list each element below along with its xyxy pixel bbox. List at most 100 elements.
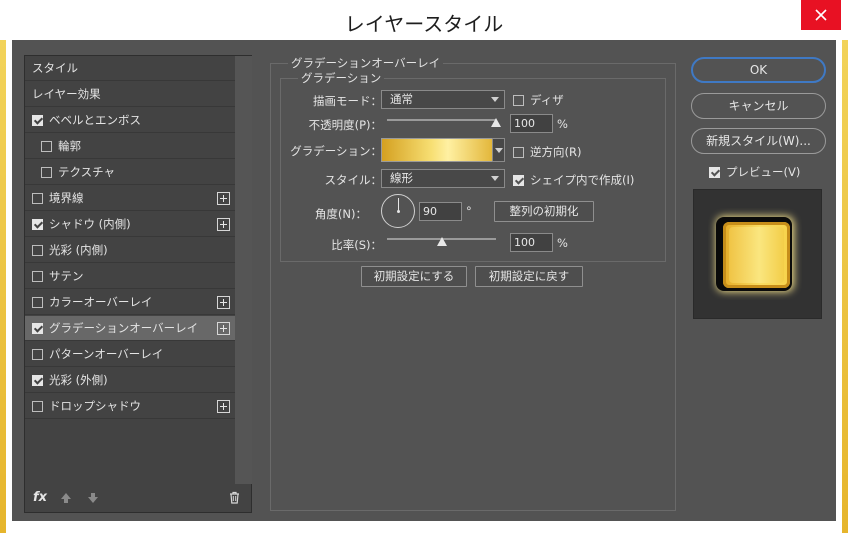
blend-mode-select[interactable]: 通常 xyxy=(381,90,505,109)
blend-mode-value: 通常 xyxy=(390,92,413,106)
align-with-layer-checkbox[interactable]: シェイプ内で作成(I) xyxy=(513,172,634,188)
styles-list-panel: スタイルレイヤー効果ベベルとエンボス輪郭テクスチャ 境界線シャドウ (内側) 光彩 … xyxy=(24,55,252,513)
style-checkbox[interactable] xyxy=(41,166,52,178)
preview-label: プレビュー(V) xyxy=(726,165,801,179)
opacity-unit: % xyxy=(557,117,568,131)
style-checkbox[interactable] xyxy=(32,296,43,308)
style-item-label: サテン xyxy=(49,269,84,283)
close-button[interactable] xyxy=(801,0,841,30)
trash-icon[interactable] xyxy=(229,491,240,504)
preview-checkbox[interactable]: プレビュー(V) xyxy=(709,164,800,180)
style-list-item[interactable]: ベベルとエンボス xyxy=(25,108,235,133)
scale-slider-thumb[interactable] xyxy=(436,237,447,246)
style-item-label: カラーオーバーレイ xyxy=(49,295,153,309)
opacity-slider[interactable] xyxy=(387,118,501,127)
reverse-label: 逆方向(R) xyxy=(530,145,582,159)
style-list-item[interactable]: レイヤー効果 xyxy=(25,82,235,107)
styles-toolbar: fx xyxy=(25,484,251,512)
move-up-icon[interactable] xyxy=(60,492,72,504)
close-icon xyxy=(815,9,827,21)
style-item-label: パターンオーバーレイ xyxy=(49,347,164,361)
style-list-item[interactable]: スタイル xyxy=(25,56,235,81)
add-effect-plus-icon[interactable] xyxy=(217,400,230,413)
window-border-right xyxy=(842,40,848,533)
style-list-item[interactable]: 光彩 (外側) xyxy=(25,368,235,393)
dither-check-box[interactable] xyxy=(513,94,524,106)
style-checkbox[interactable] xyxy=(32,322,43,334)
opacity-slider-thumb[interactable] xyxy=(491,118,501,127)
style-checkbox[interactable] xyxy=(32,374,43,386)
style-list-item[interactable]: 輪郭 xyxy=(25,134,235,159)
make-default-button[interactable]: 初期設定にする xyxy=(361,266,467,287)
styles-scrollbar[interactable] xyxy=(235,56,252,484)
style-label: スタイル： xyxy=(324,173,383,187)
opacity-input[interactable]: 100 xyxy=(510,114,553,133)
style-item-label: ベベルとエンボス xyxy=(49,113,141,127)
style-preview-thumbnail xyxy=(693,189,822,319)
style-checkbox[interactable] xyxy=(32,244,43,256)
gradient-overlay-title: グラデーションオーバーレイ xyxy=(288,55,444,71)
chevron-down-icon xyxy=(491,176,499,181)
style-checkbox[interactable] xyxy=(32,348,43,360)
reverse-checkbox[interactable]: 逆方向(R) xyxy=(513,144,581,160)
reverse-check-box[interactable] xyxy=(513,146,524,158)
add-effect-plus-icon[interactable] xyxy=(217,296,230,309)
new-style-button[interactable]: 新規スタイル(W)... xyxy=(691,128,826,154)
chevron-down-icon xyxy=(491,97,499,102)
gradient-subgroup-title: グラデーション xyxy=(298,70,385,86)
preview-gold-square xyxy=(723,222,790,288)
gradient-picker-dropdown[interactable] xyxy=(492,138,505,162)
dither-checkbox[interactable]: ディザ xyxy=(513,92,564,108)
style-checkbox[interactable] xyxy=(32,114,43,126)
blend-mode-label: 描画モード： xyxy=(313,94,382,108)
window-title: レイヤースタイル xyxy=(344,12,504,36)
style-select[interactable]: 線形 xyxy=(381,169,505,188)
angle-dial[interactable] xyxy=(381,194,415,228)
scale-input[interactable]: 100 xyxy=(510,233,553,252)
style-item-label: レイヤー効果 xyxy=(32,87,101,101)
title-bar[interactable]: レイヤースタイル xyxy=(6,0,842,40)
style-list-item[interactable]: カラーオーバーレイ xyxy=(25,290,235,315)
window-border-left xyxy=(0,40,6,533)
angle-input[interactable]: 90 xyxy=(419,202,462,221)
add-effect-plus-icon[interactable] xyxy=(217,192,230,205)
style-checkbox[interactable] xyxy=(32,400,43,412)
style-item-label: 光彩 (外側) xyxy=(49,373,108,387)
style-list-item[interactable]: シャドウ (内側) xyxy=(25,212,235,237)
opacity-label: 不透明度(P)： xyxy=(308,118,382,132)
scale-unit: % xyxy=(557,236,568,250)
style-checkbox[interactable] xyxy=(41,140,52,152)
gradient-swatch[interactable] xyxy=(381,138,493,162)
reset-alignment-button[interactable]: 整列の初期化 xyxy=(494,201,594,222)
style-list-item[interactable]: 光彩 (内側) xyxy=(25,238,235,263)
style-checkbox[interactable] xyxy=(32,218,43,230)
move-down-icon[interactable] xyxy=(87,492,99,504)
style-checkbox[interactable] xyxy=(32,270,43,282)
align-with-layer-check-box[interactable] xyxy=(513,174,524,186)
scale-slider[interactable] xyxy=(387,237,496,246)
style-item-label: 光彩 (内側) xyxy=(49,243,108,257)
dither-label: ディザ xyxy=(530,93,564,107)
style-item-label: ドロップシャドウ xyxy=(49,399,141,413)
ok-button[interactable]: OK xyxy=(691,57,826,83)
style-list-item[interactable]: ドロップシャドウ xyxy=(25,394,235,419)
style-item-label: 輪郭 xyxy=(58,139,81,153)
angle-unit: ° xyxy=(466,204,472,218)
cancel-button[interactable]: キャンセル xyxy=(691,93,826,119)
reset-to-default-button[interactable]: 初期設定に戻す xyxy=(475,266,583,287)
style-list-item[interactable]: 境界線 xyxy=(25,186,235,211)
style-checkbox[interactable] xyxy=(32,192,43,204)
angle-label: 角度(N)： xyxy=(314,207,367,221)
style-item-label: スタイル xyxy=(32,61,78,75)
fx-menu-button[interactable]: fx xyxy=(33,490,47,505)
style-list-item[interactable]: パターンオーバーレイ xyxy=(25,342,235,367)
preview-check-box[interactable] xyxy=(709,166,720,178)
layer-style-window: レイヤースタイル スタイルレイヤー効果ベベルとエンボス輪郭テクスチャ 境界線シャド… xyxy=(0,0,848,533)
add-effect-plus-icon[interactable] xyxy=(217,218,230,231)
style-list-item[interactable]: テクスチャ xyxy=(25,160,235,185)
style-item-label: シャドウ (内側) xyxy=(49,217,131,231)
style-list-item[interactable]: サテン xyxy=(25,264,235,289)
style-list-item[interactable]: グラデーションオーバーレイ xyxy=(25,316,235,341)
add-effect-plus-icon[interactable] xyxy=(217,322,230,335)
angle-dial-center xyxy=(397,210,400,213)
